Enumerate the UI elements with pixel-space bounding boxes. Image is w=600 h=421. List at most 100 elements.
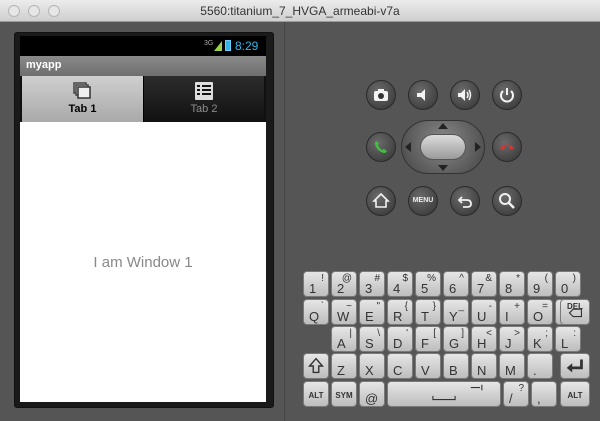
- key-0-3[interactable]: 4 $: [387, 271, 413, 297]
- alt-label-right: ALT: [567, 391, 583, 400]
- del-key[interactable]: DEL: [560, 299, 590, 325]
- tab-1[interactable]: Tab 1: [22, 76, 143, 122]
- key-0-5[interactable]: 6 ^: [443, 271, 469, 297]
- key-alt-label: >: [514, 328, 520, 339]
- key-0-9[interactable]: 0): [555, 271, 581, 297]
- key-main-label: 3: [365, 281, 373, 296]
- key-2-1[interactable]: S \: [359, 326, 385, 352]
- key-2-3[interactable]: F[: [415, 326, 441, 352]
- volume-up-button[interactable]: [450, 80, 480, 110]
- key-main-label: F: [421, 336, 429, 351]
- key-2-6[interactable]: J >: [499, 326, 525, 352]
- key-main-label: 9: [533, 281, 541, 296]
- dpad-center-button[interactable]: [420, 134, 466, 160]
- key-main-label: 8: [505, 281, 513, 296]
- volume-down-button[interactable]: [408, 80, 438, 110]
- key-main-label: A: [337, 336, 346, 351]
- call-button[interactable]: [366, 132, 396, 162]
- dpad-down-icon[interactable]: [438, 165, 448, 171]
- home-icon: [372, 192, 390, 208]
- key-3-5[interactable]: N: [471, 353, 497, 379]
- key-alt-label: =: [542, 301, 548, 312]
- at-key[interactable]: @: [359, 381, 385, 407]
- key-main-label: N: [477, 363, 487, 378]
- alt-key-left[interactable]: ALT: [303, 381, 329, 407]
- camera-icon: [374, 89, 388, 101]
- key-1-1[interactable]: W ~: [331, 299, 357, 325]
- window-titlebar: 5560:titanium_7_HVGA_armeabi-v7a: [0, 0, 600, 22]
- dpad-right-icon[interactable]: [475, 142, 481, 152]
- key-main-label: B: [449, 363, 458, 378]
- shift-key[interactable]: [303, 353, 329, 379]
- camera-button[interactable]: [366, 80, 396, 110]
- key-1-0[interactable]: Q `: [303, 299, 329, 325]
- key-1-3[interactable]: R{: [387, 299, 413, 325]
- key-alt-label: @: [341, 273, 352, 284]
- key-3-3[interactable]: V: [415, 353, 441, 379]
- key-main-label: D: [393, 336, 403, 351]
- key-0-8[interactable]: 9(: [527, 271, 553, 297]
- key-3-4[interactable]: B: [443, 353, 469, 379]
- key-alt-label: ]: [461, 328, 464, 339]
- comma-label: ,: [537, 391, 541, 406]
- comma-key[interactable]: ,: [531, 381, 557, 407]
- key-1-6[interactable]: U-: [471, 299, 497, 325]
- dpad-left-icon[interactable]: [405, 142, 411, 152]
- key-alt-label: -: [488, 301, 492, 312]
- key-2-4[interactable]: G]: [443, 326, 469, 352]
- power-button[interactable]: [492, 80, 522, 110]
- alt-key-right[interactable]: ALT: [560, 381, 590, 407]
- back-button[interactable]: [450, 186, 480, 216]
- key-main-label: 0: [561, 281, 569, 296]
- key-1-8[interactable]: O =: [527, 299, 553, 325]
- search-icon: [499, 193, 515, 209]
- key-0-0[interactable]: 1!: [303, 271, 329, 297]
- end-call-button[interactable]: [492, 132, 522, 162]
- device-screen: 3G 8:29 myapp Tab 1 Tab 2 I am Window 1: [20, 36, 266, 402]
- key-0-7[interactable]: 8 *: [499, 271, 525, 297]
- dpad-up-icon[interactable]: [438, 123, 448, 129]
- slash-key[interactable]: / ?: [503, 381, 529, 407]
- key-main-label: I: [505, 309, 509, 324]
- key-2-0[interactable]: A |: [331, 326, 357, 352]
- menu-button[interactable]: MENU: [408, 186, 438, 216]
- key-0-6[interactable]: 7 &: [471, 271, 497, 297]
- search-button[interactable]: [492, 186, 522, 216]
- key-alt-label: `: [320, 301, 324, 312]
- key-0-1[interactable]: 2 @: [331, 271, 357, 297]
- key-alt-label: {: [404, 301, 408, 312]
- key-alt-label: $: [402, 273, 408, 284]
- tab-1-label: Tab 1: [68, 103, 97, 115]
- home-button[interactable]: [366, 186, 396, 216]
- key-3-1[interactable]: X: [359, 353, 385, 379]
- key-1-7[interactable]: I +: [499, 299, 525, 325]
- key-0-4[interactable]: 5%: [415, 271, 441, 297]
- key-1-2[interactable]: E ": [359, 299, 385, 325]
- app-title: myapp: [26, 59, 62, 71]
- key-2-2[interactable]: D ': [387, 326, 413, 352]
- key-main-label: Y: [449, 309, 458, 324]
- key-0-2[interactable]: 3 #: [359, 271, 385, 297]
- enter-icon: [566, 359, 583, 373]
- key-1-5[interactable]: Y _: [443, 299, 469, 325]
- key-main-label: .: [533, 363, 537, 378]
- key-alt-label: ~: [346, 301, 352, 312]
- key-alt-label: :: [573, 328, 576, 339]
- sym-key[interactable]: SYM: [331, 381, 357, 407]
- key-3-7[interactable]: .: [527, 353, 553, 379]
- key-2-7[interactable]: K;: [527, 326, 553, 352]
- key-3-2[interactable]: C: [387, 353, 413, 379]
- key-main-label: H: [477, 336, 487, 351]
- space-key[interactable]: [387, 381, 501, 407]
- key-2-5[interactable]: H <: [471, 326, 497, 352]
- key-2-8[interactable]: L:: [555, 326, 581, 352]
- key-main-label: G: [449, 336, 460, 351]
- tab-2[interactable]: Tab 2: [143, 76, 264, 122]
- key-main-label: 4: [393, 281, 401, 296]
- key-3-6[interactable]: M: [499, 353, 525, 379]
- key-1-4[interactable]: T}: [415, 299, 441, 325]
- enter-key[interactable]: [560, 353, 590, 379]
- key-3-0[interactable]: Z: [331, 353, 357, 379]
- status-bar: 3G 8:29: [20, 36, 266, 56]
- window-content: I am Window 1: [20, 122, 266, 402]
